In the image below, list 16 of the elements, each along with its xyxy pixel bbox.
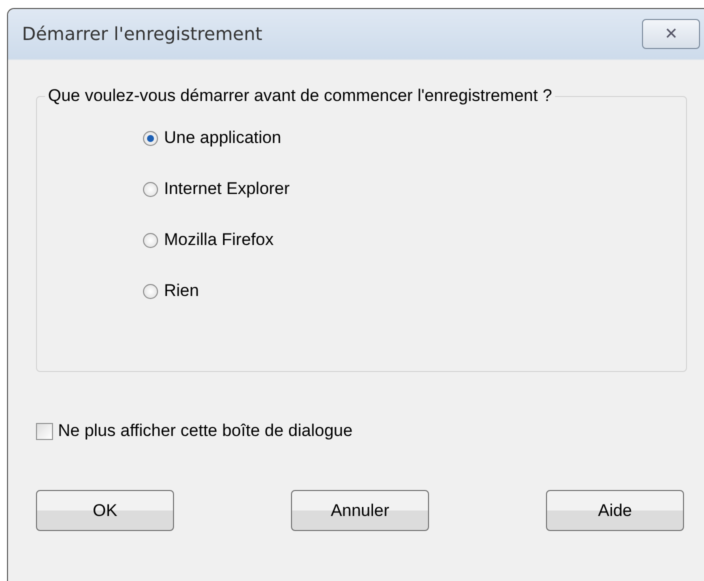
group-legend: Que voulez-vous démarrer avant de commencer l'enregistrement ? [45,86,556,106]
radio-button[interactable] [143,284,158,298]
radio-button[interactable] [143,232,158,248]
dialog-button[interactable]: OK [36,490,174,531]
dialog-button[interactable]: Aide [546,490,684,531]
checkbox-label[interactable]: Ne plus afficher cette boîte de dialogue [58,421,353,441]
close-button[interactable]: ✕ [642,19,700,49]
checkbox[interactable] [36,422,53,440]
radio-button[interactable] [143,130,158,146]
radio-label[interactable]: Une application [164,128,282,148]
radio-button[interactable] [143,182,158,196]
radio-label[interactable]: Internet Explorer [164,179,290,199]
radio-label[interactable]: Rien [164,281,199,301]
radio-label[interactable]: Mozilla Firefox [164,230,274,250]
dialog-button[interactable]: Annuler [291,490,429,531]
window-title: Démarrer l'enregistrement [22,24,262,44]
